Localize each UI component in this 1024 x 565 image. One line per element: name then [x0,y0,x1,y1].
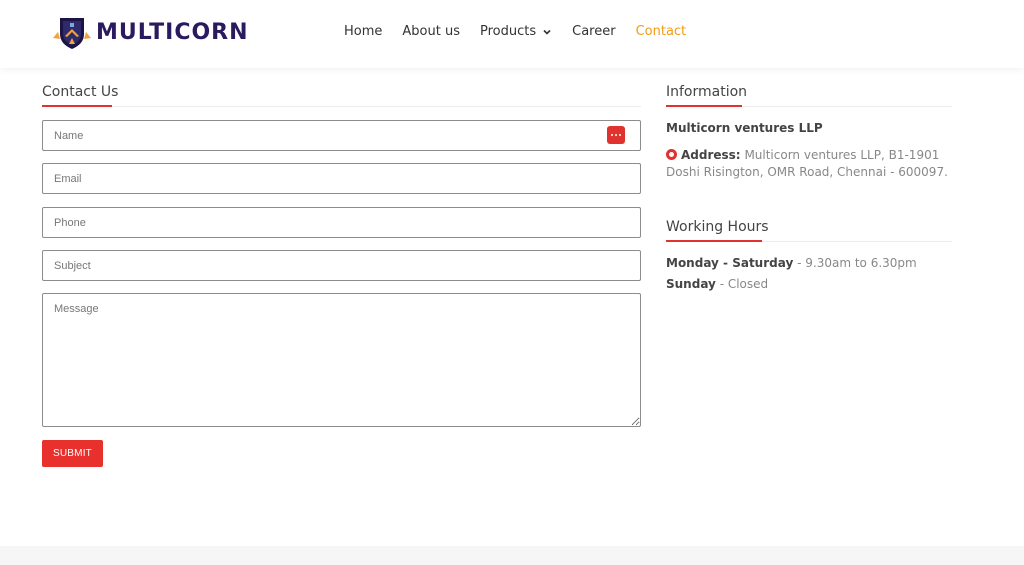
footer-band [0,546,1024,565]
hours-days: Monday - Saturday [666,256,794,270]
phone-input[interactable] [42,207,641,238]
company-name: Multicorn ventures LLP [666,121,823,135]
hours-row-sunday: Sunday - Closed [666,277,768,291]
contact-title-accent [42,105,112,107]
email-input[interactable] [42,163,641,194]
subject-input[interactable] [42,250,641,281]
nav-about-us[interactable]: About us [402,24,460,39]
information-title-accent [666,105,742,107]
map-pin-icon [666,149,677,160]
working-hours-title-accent [666,240,762,242]
hours-days: Sunday [666,277,716,291]
nav-products-label: Products [479,24,537,39]
brand-name: MULTICORN [96,19,249,45]
hours-row-weekdays: Monday - Saturday - 9.30am to 6.30pm [666,256,917,270]
address-label: Address: [681,148,741,162]
nav-career[interactable]: Career [572,24,615,39]
password-manager-icon[interactable] [607,126,625,144]
nav-home[interactable]: Home [344,24,382,39]
information-title: Information [666,84,748,100]
hours-time: - Closed [719,277,769,291]
nav-contact[interactable]: Contact [636,24,687,39]
shield-logo-icon [50,12,94,52]
working-hours-title: Working Hours [666,219,769,235]
hours-time: - 9.30am to 6.30pm [797,256,917,270]
logo[interactable]: MULTICORN [50,12,249,52]
submit-button[interactable]: SUBMIT [42,440,103,467]
nav-products[interactable]: Products [480,24,552,39]
contact-title: Contact Us [42,84,119,100]
name-input[interactable] [42,120,641,151]
chevron-down-icon [543,29,551,35]
address-block: Address: Multicorn ventures LLP, B1-1901… [666,147,966,181]
contact-title-rule [42,106,641,107]
site-header: MULTICORN Home About us Products Career … [0,0,1024,68]
message-textarea[interactable] [42,293,641,427]
main-nav: Home About us Products Career Contact [344,24,706,39]
